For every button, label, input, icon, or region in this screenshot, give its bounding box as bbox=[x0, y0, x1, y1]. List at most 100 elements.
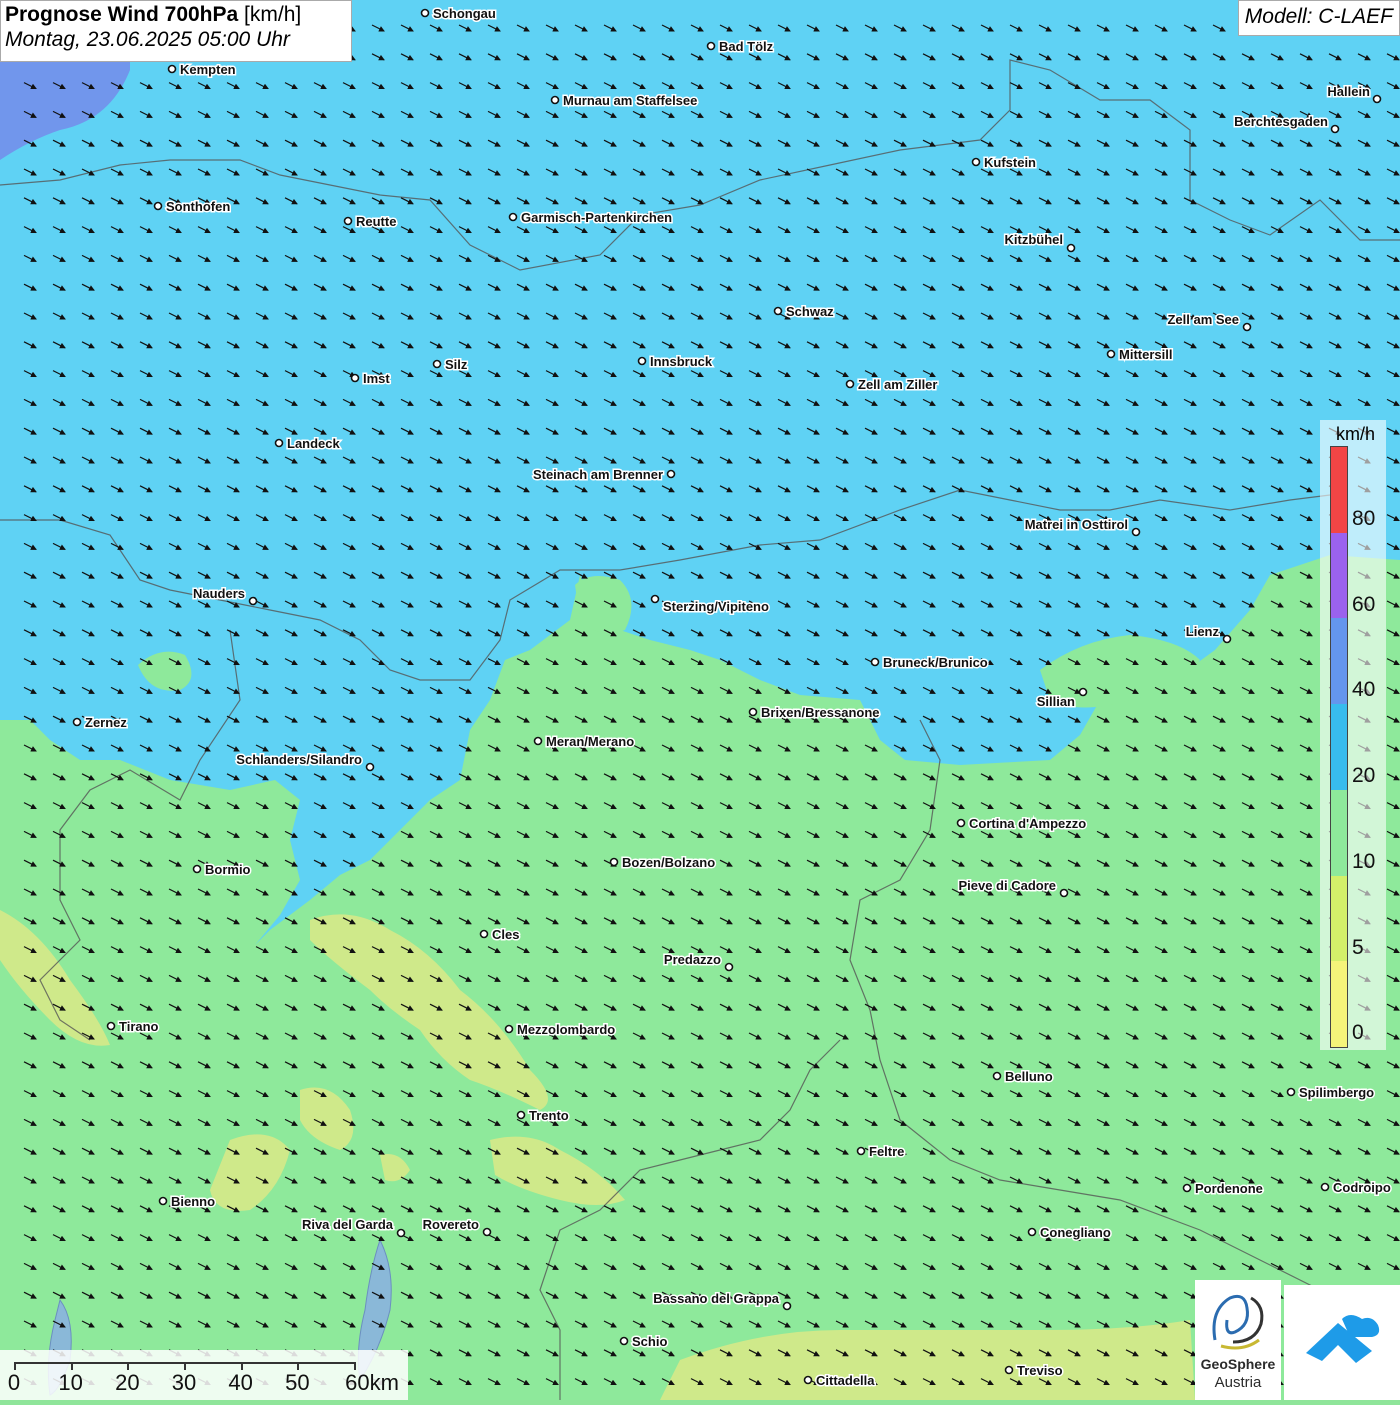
city-dot-icon bbox=[1222, 634, 1232, 644]
city-marker[interactable]: Cortina d'Ampezzo bbox=[956, 815, 1088, 833]
city-label: Sillian bbox=[1037, 694, 1075, 709]
city-label: Landeck bbox=[287, 436, 341, 451]
city-dot-icon bbox=[192, 864, 202, 874]
city-marker[interactable]: Mezzolombardo bbox=[504, 1021, 617, 1039]
city-dot-icon bbox=[803, 1375, 813, 1385]
legend-color-bar bbox=[1330, 446, 1348, 1048]
city-marker[interactable]: Zell am Ziller bbox=[845, 376, 939, 394]
legend-segment bbox=[1331, 789, 1347, 876]
legend-segment bbox=[1331, 532, 1347, 619]
city-dot-icon bbox=[1059, 888, 1069, 898]
city-marker[interactable]: Innsbruck bbox=[637, 353, 714, 371]
geosphere-logo[interactable]: GeoSphere Austria bbox=[1195, 1280, 1281, 1400]
city-dot-icon bbox=[724, 962, 734, 972]
city-dot-icon bbox=[1242, 322, 1252, 332]
city-marker[interactable]: Brixen/Bressanone bbox=[748, 704, 881, 722]
city-dot-icon bbox=[167, 64, 177, 74]
legend-segment bbox=[1331, 961, 1347, 1047]
city-dot-icon bbox=[1372, 94, 1382, 104]
city-marker[interactable]: Spilimbergo bbox=[1286, 1084, 1376, 1102]
city-dot-icon bbox=[508, 212, 518, 222]
city-dot-icon bbox=[248, 596, 258, 606]
city-marker[interactable]: Meran/Merano bbox=[533, 733, 636, 751]
city-dot-icon bbox=[1004, 1365, 1014, 1375]
legend-tick-label: 80 bbox=[1352, 507, 1376, 530]
scalebar-label: 40 bbox=[228, 1370, 253, 1395]
city-label: Trento bbox=[529, 1108, 569, 1123]
city-dot-icon bbox=[1027, 1227, 1037, 1237]
legend-segment bbox=[1331, 704, 1347, 790]
city-dot-icon bbox=[748, 707, 758, 717]
city-dot-icon bbox=[420, 8, 430, 18]
city-label: Reutte bbox=[356, 214, 396, 229]
city-dot-icon bbox=[845, 379, 855, 389]
city-marker[interactable]: Bruneck/Brunico bbox=[870, 654, 989, 672]
legend-tick-label: 40 bbox=[1352, 678, 1376, 702]
legend-segment bbox=[1331, 875, 1347, 962]
city-dot-icon bbox=[870, 657, 880, 667]
scalebar-label: 50 bbox=[285, 1370, 310, 1395]
city-label: Schongau bbox=[433, 6, 496, 21]
scalebar-tick bbox=[127, 1362, 130, 1370]
scalebar-label: 20 bbox=[115, 1370, 140, 1395]
legend-tick-label: 0 bbox=[1352, 1021, 1364, 1045]
legend-tick-label: 20 bbox=[1352, 764, 1376, 788]
city-dot-icon bbox=[1330, 124, 1340, 134]
mountain-app-icon bbox=[1306, 1315, 1380, 1363]
geosphere-country: Austria bbox=[1214, 1374, 1262, 1391]
city-dot-icon bbox=[782, 1301, 792, 1311]
city-label: Sterzing/Vipiteno bbox=[663, 599, 769, 614]
city-label: Zell am Ziller bbox=[858, 377, 937, 392]
city-marker[interactable]: Sonthofen bbox=[153, 198, 232, 216]
city-label: Garmisch-Partenkirchen bbox=[521, 210, 672, 225]
city-label: Feltre bbox=[869, 1144, 904, 1159]
city-marker[interactable]: Sterzing/Vipiteno bbox=[650, 594, 770, 616]
legend-tick-label: 60 bbox=[1352, 592, 1376, 616]
city-label: Kufstein bbox=[984, 155, 1036, 170]
city-label: Silz bbox=[445, 357, 468, 372]
city-dot-icon bbox=[637, 356, 647, 366]
legend-tick-label: 10 bbox=[1352, 849, 1376, 873]
city-marker[interactable]: Murnau am Staffelsee bbox=[550, 92, 699, 110]
city-dot-icon bbox=[956, 818, 966, 828]
city-label: Predazzo bbox=[664, 952, 721, 967]
city-dot-icon bbox=[350, 373, 360, 383]
city-dot-icon bbox=[1320, 1182, 1330, 1192]
app-logo[interactable] bbox=[1284, 1285, 1400, 1400]
title-box: Prognose Wind 700hPa [km/h] Montag, 23.0… bbox=[0, 0, 352, 62]
map-title-main: Prognose Wind 700hPa bbox=[5, 3, 239, 26]
city-label: Spilimbergo bbox=[1299, 1085, 1374, 1100]
city-dot-icon bbox=[650, 594, 660, 604]
city-dot-icon bbox=[504, 1024, 514, 1034]
legend-unit: km/h bbox=[1336, 424, 1376, 444]
legend-segment bbox=[1331, 618, 1347, 705]
scalebar-label: 10 bbox=[58, 1370, 83, 1395]
city-dot-icon bbox=[550, 95, 560, 105]
city-label: Conegliano bbox=[1040, 1225, 1111, 1240]
city-marker[interactable]: Garmisch-Partenkirchen bbox=[508, 209, 674, 227]
city-dot-icon bbox=[773, 306, 783, 316]
city-dot-icon bbox=[72, 717, 82, 727]
scalebar-tick bbox=[354, 1362, 356, 1370]
city-marker[interactable]: Bozen/Bolzano bbox=[609, 854, 717, 872]
city-dot-icon bbox=[856, 1146, 866, 1156]
city-label: Brixen/Bressanone bbox=[761, 705, 880, 720]
city-label: Rovereto bbox=[423, 1217, 479, 1232]
city-marker[interactable]: Steinach am Brenner bbox=[531, 466, 676, 484]
city-label: Bormio bbox=[205, 862, 251, 877]
distance-scalebar: 0 10 20 30 40 50 60km bbox=[0, 1350, 408, 1400]
scalebar-tick bbox=[184, 1362, 186, 1370]
city-marker[interactable]: Schongau bbox=[420, 5, 497, 23]
city-marker[interactable]: Pordenone bbox=[1182, 1180, 1264, 1198]
city-label: Zernez bbox=[85, 715, 127, 730]
city-label: Berchtesgaden bbox=[1234, 114, 1328, 129]
wind-map[interactable]: Schongau Bad Tölz Kempten Murnau am Staffel… bbox=[0, 0, 1400, 1400]
city-marker[interactable]: Conegliano bbox=[1027, 1224, 1112, 1242]
city-dot-icon bbox=[1078, 687, 1088, 697]
city-dot-icon bbox=[158, 1196, 168, 1206]
city-label: Bienno bbox=[171, 1194, 215, 1209]
city-dot-icon bbox=[992, 1071, 1002, 1081]
scalebar-tick bbox=[297, 1362, 300, 1370]
city-marker[interactable]: Cittadella bbox=[803, 1372, 877, 1390]
city-label: Matrei in Osttirol bbox=[1025, 517, 1128, 532]
